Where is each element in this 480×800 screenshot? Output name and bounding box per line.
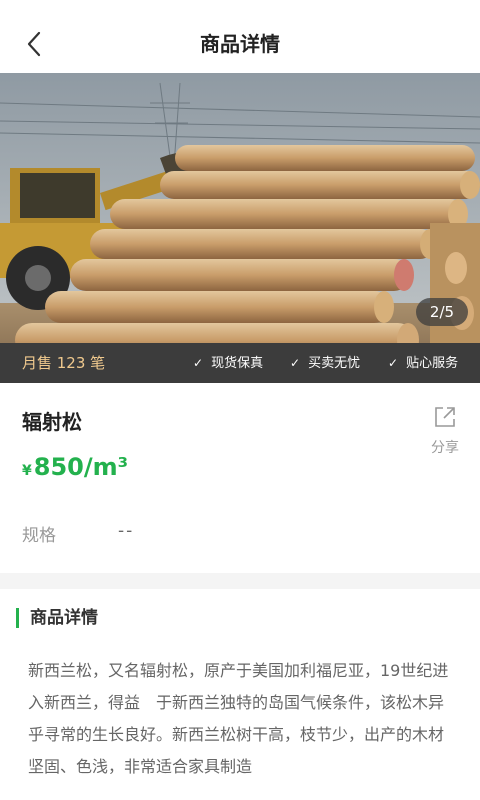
product-image-carousel[interactable]: 2/5 — [0, 73, 480, 383]
badge-worry-free: ✓ 买卖无忧 — [290, 343, 360, 383]
product-info: 辐射松 分享 ¥850/m³ 规格 -- — [0, 383, 480, 573]
badge-authentic: ✓ 现货保真 — [193, 343, 263, 383]
section-title: 商品详情 — [16, 608, 98, 628]
check-icon: ✓ — [388, 356, 399, 370]
monthly-sales: 月售 123 笔 — [22, 354, 106, 372]
spec-value: -- — [118, 521, 135, 541]
check-icon: ✓ — [193, 356, 204, 370]
check-icon: ✓ — [290, 356, 301, 370]
app-header: 商品详情 — [0, 0, 480, 73]
share-label: 分享 — [431, 440, 459, 456]
page-indicator: 2/5 — [416, 298, 468, 326]
share-button[interactable]: 分享 — [426, 405, 464, 457]
product-price: ¥850/m³ — [22, 453, 128, 481]
page-title: 商品详情 — [200, 32, 280, 56]
share-icon — [435, 407, 455, 427]
currency-symbol: ¥ — [22, 463, 32, 479]
product-detail-section: 商品详情 新西兰松，又名辐射松，原产于美国加利福尼亚，19世纪进入新西兰，得益 … — [0, 589, 480, 800]
product-photo — [0, 73, 480, 383]
badge-service: ✓ 贴心服务 — [388, 343, 458, 383]
promo-bar: 月售 123 笔 ✓ 现货保真 ✓ 买卖无忧 ✓ 贴心服务 — [0, 343, 480, 383]
spec-label: 规格 — [22, 526, 56, 546]
product-name: 辐射松 — [22, 410, 82, 434]
detail-description: 新西兰松，又名辐射松，原产于美国加利福尼亚，19世纪进入新西兰，得益 于新西兰独… — [28, 661, 449, 776]
price-value: 850/m³ — [33, 453, 129, 481]
